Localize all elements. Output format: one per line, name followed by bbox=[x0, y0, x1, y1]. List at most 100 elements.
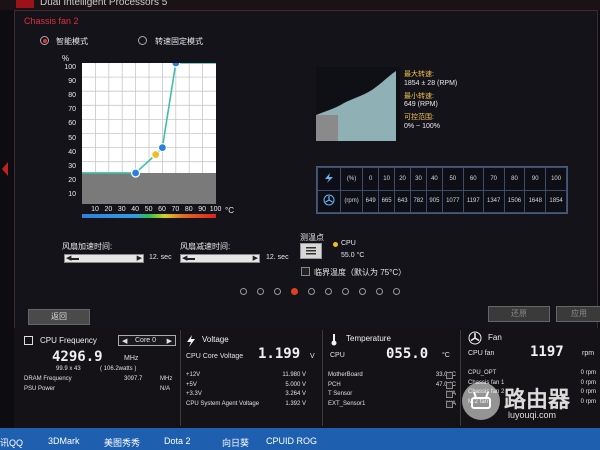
dram-label: DRAM Frequency bbox=[24, 376, 72, 382]
psu-label: PSU Power bbox=[24, 386, 56, 392]
cpu-fan-unit: rpm bbox=[582, 350, 595, 357]
taskbar-item[interactable]: 向日葵 bbox=[222, 436, 249, 449]
page-dot[interactable] bbox=[308, 288, 315, 295]
page-dot[interactable] bbox=[257, 288, 264, 295]
apply-button[interactable]: 应用 bbox=[556, 306, 600, 322]
panel-title: Chassis fan 2 bbox=[24, 16, 79, 26]
decel-time-label: 风扇减速时间: bbox=[180, 242, 231, 251]
table-cell: 1648 bbox=[524, 189, 547, 213]
range-value: 0% ~ 100% bbox=[404, 123, 440, 130]
cpu-core-voltage-unit: V bbox=[310, 353, 315, 360]
accel-time-slider[interactable]: ◀ ▶ bbox=[64, 254, 144, 263]
min-speed-label: 最小转速: bbox=[404, 93, 434, 100]
table-cell: 905 bbox=[425, 189, 443, 213]
taskbar-item[interactable]: 3DMark bbox=[48, 436, 80, 446]
thermometer-icon bbox=[330, 333, 338, 351]
fan-curve-chart[interactable] bbox=[82, 63, 216, 204]
curve-control-point[interactable] bbox=[157, 142, 168, 153]
mode-smart-label[interactable]: 智能模式 bbox=[56, 36, 88, 47]
bolt-icon bbox=[317, 167, 341, 191]
page-dot[interactable] bbox=[291, 288, 298, 295]
back-button[interactable]: 返回 bbox=[28, 309, 90, 325]
page-dot[interactable] bbox=[240, 288, 247, 295]
taskbar-item[interactable]: 讯QQ bbox=[0, 436, 23, 449]
table-cell: 30 bbox=[410, 167, 427, 191]
arrow-right-icon[interactable]: ▶ bbox=[253, 255, 258, 263]
core-prev-icon[interactable]: ◀ bbox=[122, 337, 127, 345]
y-tick-label: 10 bbox=[68, 190, 76, 198]
cpu-core-voltage-label: CPU Core Voltage bbox=[186, 353, 244, 360]
list-icon bbox=[306, 247, 316, 255]
measure-point-label: 测温点 bbox=[300, 233, 324, 242]
page-dot[interactable] bbox=[342, 288, 349, 295]
page-dot[interactable] bbox=[376, 288, 383, 295]
fan-curve-svg[interactable] bbox=[82, 63, 216, 204]
monitor-row-label: +3.3V bbox=[186, 391, 202, 397]
monitor-row-value: 3.264 V bbox=[285, 391, 306, 397]
max-speed-value: 1854 ± 28 (RPM) bbox=[404, 80, 458, 87]
y-tick-label: 50 bbox=[68, 134, 76, 142]
y-tick-label: 80 bbox=[68, 92, 76, 100]
curve-control-point[interactable] bbox=[171, 63, 181, 68]
undo-button[interactable]: 还原 bbox=[488, 306, 550, 322]
table-cell: 1197 bbox=[462, 189, 484, 213]
page-dot[interactable] bbox=[393, 288, 400, 295]
page-dot[interactable] bbox=[274, 288, 281, 295]
divider bbox=[322, 330, 323, 426]
core-select[interactable]: ◀ Core 0 ▶ bbox=[118, 335, 176, 346]
table-cell: 0 bbox=[362, 167, 380, 191]
sensor-toggle-checkbox[interactable] bbox=[446, 400, 453, 408]
cpu-temp-label: CPU bbox=[330, 352, 345, 359]
table-cell: 643 bbox=[394, 189, 412, 213]
max-speed-label: 最大转速: bbox=[404, 71, 434, 78]
cpu-chip-icon bbox=[24, 336, 33, 345]
mode-fixed-radio[interactable] bbox=[138, 36, 147, 45]
monitor-row-label: +12V bbox=[186, 372, 201, 378]
fan-icon bbox=[317, 189, 341, 213]
sensor-toggle-checkbox[interactable] bbox=[446, 372, 453, 379]
taskbar-item[interactable]: Dota 2 bbox=[164, 436, 191, 446]
mode-fixed-label[interactable]: 转速固定模式 bbox=[155, 36, 203, 47]
curve-control-point[interactable] bbox=[130, 168, 141, 178]
y-tick-label: 30 bbox=[68, 162, 76, 170]
watermark-url: luyouqi.com bbox=[508, 410, 557, 420]
x-tick-label: 100 bbox=[209, 206, 222, 213]
taskbar-item[interactable]: 美图秀秀 bbox=[104, 436, 140, 449]
cpu-temp-value: 055.0 bbox=[386, 346, 429, 362]
table-cell: 60 bbox=[462, 167, 484, 191]
y-tick-label: 40 bbox=[68, 148, 76, 156]
table-cell: 80 bbox=[503, 167, 526, 191]
y-tick-label: 20 bbox=[68, 176, 76, 184]
table-cell: 1506 bbox=[503, 189, 526, 213]
critical-temp-checkbox[interactable] bbox=[301, 267, 310, 276]
cpu-freq-multiplier: 99.9 x 43 bbox=[56, 366, 81, 372]
range-label: 可控范围: bbox=[404, 114, 434, 121]
sensor-list-button[interactable] bbox=[300, 243, 322, 259]
y-tick-label: 100 bbox=[64, 64, 76, 71]
sensor-dot-icon bbox=[333, 242, 338, 247]
min-speed-value: 649 (RPM) bbox=[404, 101, 438, 108]
sensor-toggle-checkbox[interactable] bbox=[446, 391, 453, 398]
cpu-freq-watts: ( 106.2watts ) bbox=[100, 366, 137, 372]
cpu-freq-title: CPU Frequency bbox=[40, 336, 97, 345]
page-dot[interactable] bbox=[359, 288, 366, 295]
table-cell: 1077 bbox=[441, 189, 464, 213]
side-expand-icon[interactable] bbox=[0, 160, 10, 178]
accel-time-value: 12. sec bbox=[149, 254, 172, 261]
cpu-core-voltage-value: 1.199 bbox=[258, 346, 301, 362]
sensor-name: CPU bbox=[341, 240, 356, 247]
core-select-value: Core 0 bbox=[135, 337, 157, 344]
divider bbox=[460, 330, 461, 426]
curve-control-point[interactable] bbox=[151, 150, 161, 160]
monitor-row-label: +5V bbox=[186, 381, 197, 388]
table-cell: 100 bbox=[545, 167, 567, 191]
temperature-title: Temperature bbox=[346, 334, 391, 343]
table-cell: 50 bbox=[441, 167, 464, 191]
decel-time-slider[interactable]: ◀ ▶ bbox=[180, 254, 260, 263]
core-next-icon[interactable]: ▶ bbox=[167, 337, 172, 345]
taskbar-item[interactable]: CPUID ROG bbox=[266, 436, 317, 446]
page-dot[interactable] bbox=[325, 288, 332, 295]
sensor-toggle-checkbox[interactable] bbox=[446, 381, 453, 389]
arrow-right-icon[interactable]: ▶ bbox=[137, 255, 142, 263]
mode-smart-radio[interactable] bbox=[40, 36, 49, 45]
